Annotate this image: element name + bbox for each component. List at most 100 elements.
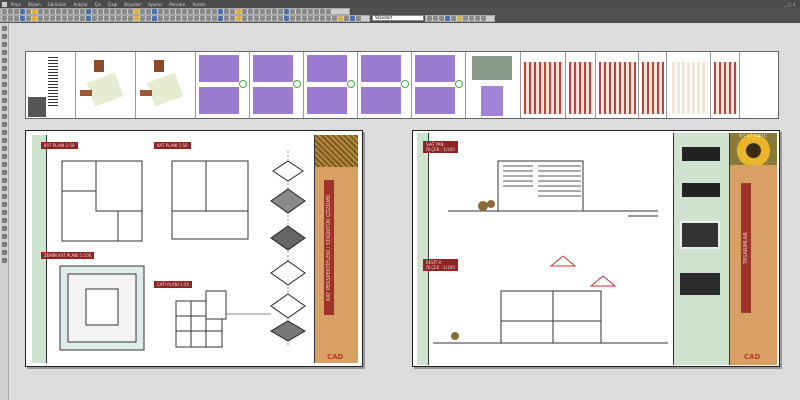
toolbar-button[interactable] — [62, 16, 67, 21]
toolbar-button[interactable] — [8, 16, 13, 21]
toolbar-button[interactable] — [86, 16, 91, 21]
toolbar-button[interactable] — [308, 16, 313, 21]
toolbar-button[interactable] — [86, 9, 91, 14]
toolbar-button[interactable] — [451, 16, 456, 21]
toolbar-button[interactable] — [74, 16, 79, 21]
toolbar-button[interactable] — [128, 9, 133, 14]
toolbar-button[interactable] — [182, 16, 187, 21]
toolbar-button[interactable] — [170, 16, 175, 21]
toolbar-button[interactable] — [116, 16, 121, 21]
tool-button[interactable] — [1, 90, 7, 95]
tool-button[interactable] — [1, 202, 7, 207]
toolbar-button[interactable] — [104, 9, 109, 14]
toolbar-button[interactable] — [8, 9, 13, 14]
sheet-thumbnail[interactable] — [304, 52, 358, 118]
toolbar-button[interactable] — [272, 9, 277, 14]
tool-button[interactable] — [1, 106, 7, 111]
menu-boyutlar[interactable]: Boyutlar — [124, 2, 141, 7]
tool-button[interactable] — [1, 258, 7, 263]
toolbar-button[interactable] — [68, 16, 73, 21]
toolbar-button[interactable] — [212, 9, 217, 14]
tool-button[interactable] — [1, 226, 7, 231]
toolbar-button[interactable] — [188, 16, 193, 21]
sheet-thumbnail[interactable] — [136, 52, 196, 118]
toolbar-button[interactable] — [50, 16, 55, 21]
toolbar-button[interactable] — [26, 9, 31, 14]
toolbar-button[interactable] — [182, 9, 187, 14]
toolbar-button[interactable] — [475, 16, 480, 21]
sheet-thumbnail[interactable] — [639, 52, 667, 118]
toolbar-button[interactable] — [80, 9, 85, 14]
toolbar-button[interactable] — [200, 16, 205, 21]
toolbar-button[interactable] — [152, 16, 157, 21]
tool-button[interactable] — [1, 218, 7, 223]
left-sheet[interactable]: KAT PLANI 1:50 KAT PLANI 1:50 ZEMİN KAT … — [25, 130, 363, 367]
toolbar-button[interactable] — [140, 9, 145, 14]
sheet-thumbnail[interactable] — [26, 52, 76, 118]
toolbar-button[interactable] — [278, 16, 283, 21]
tool-button[interactable] — [1, 42, 7, 47]
toolbar-button[interactable] — [74, 9, 79, 14]
toolbar-button[interactable] — [242, 16, 247, 21]
toolbar-button[interactable] — [242, 9, 247, 14]
menu-cizgi[interactable]: Çizgi — [108, 2, 118, 7]
toolbar-button[interactable] — [80, 16, 85, 21]
toolbar-button[interactable] — [200, 9, 205, 14]
tool-button[interactable] — [1, 82, 7, 87]
toolbar-button[interactable] — [230, 9, 235, 14]
toolbar-button[interactable] — [457, 16, 462, 21]
toolbar-button[interactable] — [56, 16, 61, 21]
toolbar-button[interactable] — [224, 9, 229, 14]
left-toolbar[interactable] — [0, 23, 9, 400]
toolbar-button[interactable] — [350, 16, 355, 21]
draw-toolbar[interactable] — [0, 15, 370, 22]
toolbar-button[interactable] — [481, 16, 486, 21]
toolbar-button[interactable] — [176, 9, 181, 14]
toolbar-button[interactable] — [218, 9, 223, 14]
toolbar-button[interactable] — [463, 16, 468, 21]
toolbar-button[interactable] — [110, 9, 115, 14]
toolbar-button[interactable] — [206, 9, 211, 14]
tool-button[interactable] — [1, 194, 7, 199]
toolbar-button[interactable] — [134, 9, 139, 14]
toolbar-button[interactable] — [433, 16, 438, 21]
toolbar-button[interactable] — [344, 16, 349, 21]
menu-gorunum[interactable]: Görünüm — [48, 2, 67, 7]
toolbar-button[interactable] — [314, 9, 319, 14]
toolbar-button[interactable] — [20, 9, 25, 14]
toolbar-button[interactable] — [26, 16, 31, 21]
menu-araclar[interactable]: Araçlar — [73, 2, 87, 7]
toolbar-button[interactable] — [266, 16, 271, 21]
toolbar-button[interactable] — [302, 16, 307, 21]
toolbar-button[interactable] — [254, 9, 259, 14]
tool-button[interactable] — [1, 122, 7, 127]
toolbar-button[interactable] — [445, 16, 450, 21]
toolbar-button[interactable] — [44, 9, 49, 14]
toolbar-button[interactable] — [146, 9, 151, 14]
sheet-thumbnail[interactable] — [521, 52, 566, 118]
tool-button[interactable] — [1, 50, 7, 55]
tool-button[interactable] — [1, 146, 7, 151]
toolbar-button[interactable] — [260, 16, 265, 21]
tool-button[interactable] — [1, 74, 7, 79]
toolbar-button[interactable] — [439, 16, 444, 21]
sheet-thumbnail[interactable] — [358, 52, 412, 118]
toolbar-button[interactable] — [272, 16, 277, 21]
tool-button[interactable] — [1, 186, 7, 191]
toolbar-button[interactable] — [326, 9, 331, 14]
style-dropdown[interactable]: Standart — [372, 15, 424, 21]
toolbar-button[interactable] — [104, 16, 109, 21]
sheet-thumbnail[interactable] — [196, 52, 250, 118]
toolbar-button[interactable] — [248, 16, 253, 21]
toolbar-button[interactable] — [194, 9, 199, 14]
toolbar-button[interactable] — [164, 9, 169, 14]
toolbar-button[interactable] — [32, 9, 37, 14]
menu-ayarlar[interactable]: Ayarlar — [148, 2, 162, 7]
toolbar-button[interactable] — [68, 9, 73, 14]
toolbar-button[interactable] — [14, 9, 19, 14]
sheet-thumbnail[interactable] — [76, 52, 136, 118]
toolbar-button[interactable] — [266, 9, 271, 14]
sheet-thumbnail[interactable] — [412, 52, 466, 118]
toolbar-button[interactable] — [338, 16, 343, 21]
tool-button[interactable] — [1, 178, 7, 183]
